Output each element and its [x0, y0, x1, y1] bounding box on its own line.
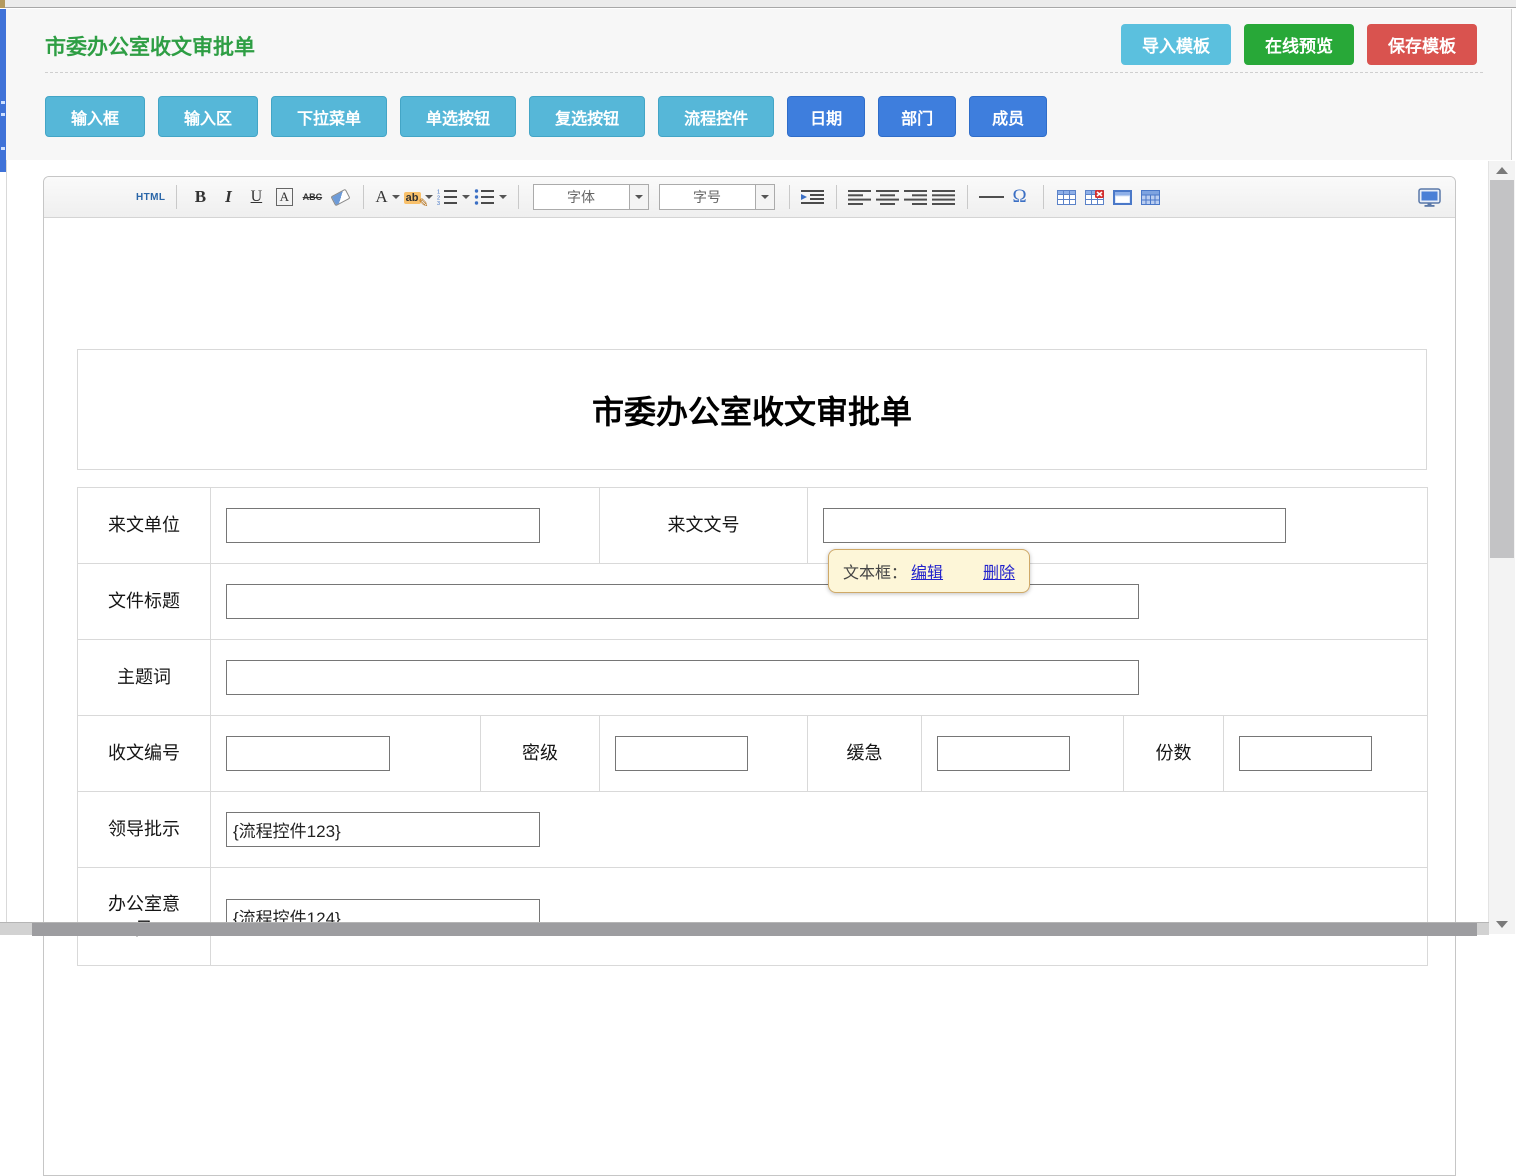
label-secrecy: 密级: [481, 716, 600, 792]
toolbox-department-button[interactable]: 部门: [878, 96, 956, 137]
font-size-select[interactable]: 字号: [659, 184, 775, 210]
page-header: 市委办公室收文审批单 导入模板 在线预览 保存模板 输入框 输入区 下拉菜单 单…: [6, 9, 1512, 160]
font-style-icon[interactable]: A: [272, 184, 296, 210]
copies-input[interactable]: [1239, 736, 1372, 771]
label-copies: 份数: [1124, 716, 1224, 792]
font-family-select[interactable]: 字体: [533, 184, 649, 210]
table-row: 来文单位 来文文号: [78, 488, 1428, 564]
sliver-glyph: [1, 101, 5, 104]
page-title: 市委办公室收文审批单: [45, 31, 255, 61]
toolbox-checkbox-button[interactable]: 复选按钮: [529, 96, 645, 137]
scroll-down-arrow-icon[interactable]: [1496, 921, 1508, 928]
italic-icon[interactable]: I: [216, 184, 240, 210]
online-preview-button[interactable]: 在线预览: [1244, 24, 1354, 65]
toolbar-separator: [836, 185, 837, 209]
remove-format-eraser-icon[interactable]: [328, 184, 352, 210]
source-code-icon[interactable]: HTML: [136, 184, 165, 210]
cell-properties-icon[interactable]: [1139, 184, 1163, 210]
table-row: 领导批示: [78, 792, 1428, 868]
chevron-down-icon: [629, 185, 648, 209]
table-row: 收文编号 密级 缓急 份数: [78, 716, 1428, 792]
bold-icon[interactable]: B: [188, 184, 212, 210]
indent-icon[interactable]: [801, 184, 825, 210]
svg-text:3: 3: [437, 201, 440, 205]
rich-text-editor: HTML B I U A ABC A ab✎ 123 字体: [43, 176, 1456, 1176]
label-subject-words: 主题词: [78, 640, 211, 716]
horizontal-rule-icon[interactable]: [979, 184, 1004, 210]
header-actions: 导入模板 在线预览 保存模板: [1121, 24, 1477, 65]
textbox-edit-tooltip: 文本框：编辑 删除: [828, 549, 1030, 593]
dashed-divider: [45, 72, 1483, 73]
label-from-unit: 来文单位: [78, 488, 211, 564]
side-window-sliver: [0, 9, 6, 172]
table-row: 办公室意见: [78, 868, 1428, 966]
editor-document: 市委办公室收文审批单 来文单位 来文文号 文件标题 主题: [44, 218, 1455, 966]
toolbar-separator: [789, 185, 790, 209]
toolbar-separator: [518, 185, 519, 209]
browser-top-edge: [0, 0, 1516, 8]
save-template-button[interactable]: 保存模板: [1367, 24, 1477, 65]
toolbox-member-button[interactable]: 成员: [969, 96, 1047, 137]
sliver-glyph: [1, 147, 5, 150]
vertical-scrollbar[interactable]: [1488, 161, 1515, 934]
table-row: 主题词: [78, 640, 1428, 716]
tooltip-label: 文本框：: [843, 565, 907, 582]
toolbox-input-box-button[interactable]: 输入框: [45, 96, 145, 137]
font-color-icon[interactable]: A: [375, 184, 399, 210]
ordered-list-icon[interactable]: 123: [437, 184, 470, 210]
chevron-down-icon: [755, 185, 774, 209]
align-left-icon[interactable]: [848, 184, 872, 210]
insert-table-icon[interactable]: [1055, 184, 1079, 210]
toolbox-input-area-button[interactable]: 输入区: [158, 96, 258, 137]
align-justify-icon[interactable]: [932, 184, 956, 210]
align-center-icon[interactable]: [876, 184, 900, 210]
import-template-button[interactable]: 导入模板: [1121, 24, 1231, 65]
tooltip-edit-link[interactable]: 编辑: [911, 565, 943, 582]
fullscreen-monitor-icon[interactable]: [1417, 184, 1441, 210]
align-right-icon[interactable]: [904, 184, 928, 210]
strikethrough-icon[interactable]: ABC: [300, 184, 324, 210]
toolbar-separator: [176, 185, 177, 209]
editor-toolbar: HTML B I U A ABC A ab✎ 123 字体: [44, 177, 1455, 218]
toolbar-separator: [967, 185, 968, 209]
scroll-up-arrow-icon[interactable]: [1496, 167, 1508, 174]
label-office-opinion: 办公室意见: [78, 868, 211, 966]
special-character-icon[interactable]: Ω: [1008, 184, 1032, 210]
doc-number-input[interactable]: [823, 508, 1286, 543]
document-title: 市委办公室收文审批单: [592, 387, 912, 433]
sliver-glyph: [1, 113, 5, 116]
tooltip-delete-link[interactable]: 删除: [983, 565, 1015, 582]
table-row: 文件标题: [78, 564, 1428, 640]
toolbox-flow-control-button[interactable]: 流程控件: [658, 96, 774, 137]
content-panel: HTML B I U A ABC A ab✎ 123 字体: [6, 160, 1487, 922]
leader-note-input[interactable]: [226, 812, 540, 847]
toolbar-separator: [1043, 185, 1044, 209]
approval-form-table: 来文单位 来文文号 文件标题 主题词 收文编号 密级: [77, 487, 1428, 966]
toolbox-dropdown-button[interactable]: 下拉菜单: [271, 96, 387, 137]
toolbox-radio-button[interactable]: 单选按钮: [400, 96, 516, 137]
vertical-scrollbar-thumb[interactable]: [1490, 180, 1514, 558]
toolbar-separator: [363, 185, 364, 209]
underline-icon[interactable]: U: [244, 184, 268, 210]
label-urgency: 缓急: [808, 716, 922, 792]
highlight-color-icon[interactable]: ab✎: [404, 184, 433, 210]
horizontal-scrollbar-thumb[interactable]: [32, 923, 1477, 936]
label-doc-title: 文件标题: [78, 564, 211, 640]
from-unit-input[interactable]: [226, 508, 540, 543]
table-properties-icon[interactable]: [1111, 184, 1135, 210]
label-receive-number: 收文编号: [78, 716, 211, 792]
top-edge-accent: [0, 0, 5, 8]
toolbox-date-button[interactable]: 日期: [787, 96, 865, 137]
document-title-cell: 市委办公室收文审批单: [77, 349, 1427, 470]
horizontal-scrollbar[interactable]: [0, 922, 1489, 935]
secrecy-input[interactable]: [615, 736, 748, 771]
delete-table-icon[interactable]: [1083, 184, 1107, 210]
unordered-list-icon[interactable]: [474, 184, 507, 210]
label-leader-note: 领导批示: [78, 792, 211, 868]
urgency-input[interactable]: [937, 736, 1070, 771]
receive-number-input[interactable]: [226, 736, 390, 771]
subject-words-input[interactable]: [226, 660, 1139, 695]
label-doc-number: 来文文号: [600, 488, 808, 564]
control-toolbox: 输入框 输入区 下拉菜单 单选按钮 复选按钮 流程控件 日期 部门 成员: [45, 96, 1047, 137]
